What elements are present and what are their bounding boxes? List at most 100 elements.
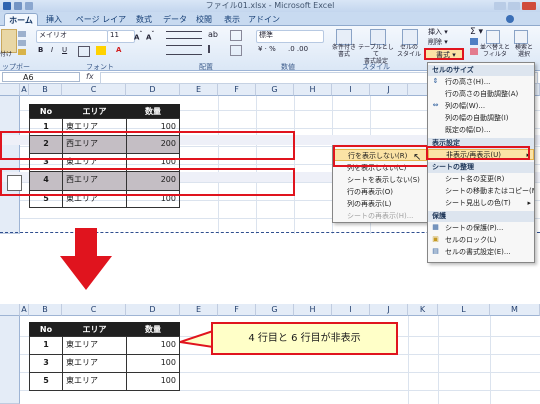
column-header[interactable]: A <box>20 84 29 96</box>
shrink-font-icon[interactable]: Aˇ <box>146 31 154 42</box>
border-icon[interactable] <box>78 46 90 57</box>
format-painter-icon[interactable] <box>18 49 26 55</box>
table-cell-no[interactable]: 1 <box>29 336 63 355</box>
cell-style-icon[interactable] <box>402 29 418 45</box>
fill-icon[interactable] <box>470 38 478 45</box>
grow-font-icon[interactable]: Aˆ <box>134 31 142 42</box>
menu-unhide-rows[interactable]: 行の再表示(O) <box>333 186 429 198</box>
decimal-icon[interactable]: .0 .00 <box>288 45 308 54</box>
column-header[interactable]: D <box>126 304 180 316</box>
underline-icon[interactable]: U <box>62 46 67 55</box>
currency-icon[interactable]: ¥ · % <box>258 45 276 54</box>
menu-lock-cell[interactable]: ▣ セルのロック(L) <box>428 235 534 246</box>
wrap-text-icon[interactable] <box>230 30 242 41</box>
menu-move-copy-sheet[interactable]: シートの移動またはコピー(M)... <box>428 186 534 197</box>
menu-row-height[interactable]: ⇕ 行の高さ(H)... <box>428 77 534 88</box>
font-color-icon[interactable]: A <box>116 46 121 55</box>
table-cell-area[interactable]: 東エリア <box>62 336 127 355</box>
column-header[interactable]: B <box>29 304 62 316</box>
tab-formulas[interactable]: 数式 <box>132 13 156 26</box>
tab-page-layout[interactable]: ページ レイアウト <box>72 13 130 37</box>
column-header[interactable]: F <box>218 84 256 96</box>
table-cell-area[interactable]: 東エリア <box>62 354 127 373</box>
select-all-corner[interactable] <box>0 304 20 316</box>
table-cell-area[interactable]: 東エリア <box>62 372 127 391</box>
menu-hide-sheet[interactable]: シートを表示しない(S) <box>333 174 429 186</box>
autosum-icon[interactable]: Σ ▾ <box>470 28 483 37</box>
fx-icon[interactable]: fx <box>86 72 98 82</box>
sort-filter-label[interactable]: 並べ替えと フィルタ <box>480 44 510 58</box>
menu-row-autofit[interactable]: 行の高さの自動調整(A) <box>428 89 534 100</box>
help-icon[interactable] <box>506 15 514 23</box>
column-header[interactable]: G <box>256 304 294 316</box>
menu-protect-sheet[interactable]: ▦ シートの保護(P)... <box>428 223 534 234</box>
close-icon[interactable] <box>522 2 536 10</box>
table-cell-qty[interactable]: 100 <box>126 336 180 355</box>
merge-icon[interactable] <box>230 45 242 56</box>
tab-home[interactable]: ホーム <box>4 13 38 27</box>
column-header[interactable]: E <box>180 304 218 316</box>
column-header[interactable]: B <box>29 84 62 96</box>
indent-icon[interactable] <box>208 45 222 53</box>
bold-icon[interactable]: B <box>38 46 43 55</box>
column-header[interactable]: H <box>294 84 332 96</box>
menu-default-width[interactable]: 既定の幅(D)... <box>428 125 534 136</box>
find-select-icon[interactable] <box>514 30 528 44</box>
column-header[interactable]: L <box>438 304 490 316</box>
tab-insert[interactable]: 挿入 <box>40 13 68 26</box>
column-header[interactable]: D <box>126 84 180 96</box>
tab-data[interactable]: データ <box>160 13 190 26</box>
select-all-corner[interactable] <box>0 84 20 96</box>
restore-icon[interactable] <box>508 2 520 10</box>
clear-icon[interactable] <box>470 48 478 55</box>
fill-color-icon[interactable] <box>96 46 106 55</box>
column-header[interactable]: H <box>294 304 332 316</box>
cut-icon[interactable] <box>18 31 26 37</box>
column-header[interactable]: J <box>370 84 408 96</box>
conditional-format-icon[interactable] <box>336 29 352 45</box>
table-cell-no[interactable]: 5 <box>29 372 63 391</box>
table-cell-qty[interactable]: 100 <box>126 372 180 391</box>
column-header[interactable]: C <box>62 84 126 96</box>
column-header[interactable]: K <box>408 304 438 316</box>
cell-style-label[interactable]: セルの スタイル <box>396 44 422 58</box>
font-name-select[interactable]: メイリオ <box>36 30 108 43</box>
delete-cells-button[interactable]: 削除 ▾ <box>428 38 448 47</box>
format-cells-button[interactable]: 書式 ▾ <box>424 48 464 60</box>
tab-review[interactable]: 校閲 <box>192 13 216 26</box>
menu-column-width[interactable]: ⇔ 列の幅(W)... <box>428 101 534 112</box>
row-header-strip[interactable] <box>0 316 20 404</box>
column-header[interactable]: J <box>370 304 408 316</box>
vertical-align-icon[interactable] <box>166 31 202 39</box>
sort-filter-icon[interactable] <box>486 30 500 44</box>
row-header-strip[interactable] <box>0 96 20 234</box>
orientation-icon[interactable]: ab <box>208 30 218 39</box>
table-cell-no[interactable]: 3 <box>29 354 63 373</box>
menu-rename-sheet[interactable]: シート名の変更(R) <box>428 174 534 185</box>
name-box[interactable]: A6 <box>2 72 80 82</box>
menu-tab-color[interactable]: シート見出しの色(T) ▸ <box>428 198 534 209</box>
column-header[interactable]: M <box>490 304 540 316</box>
find-select-label[interactable]: 検索と 選択 <box>510 44 538 58</box>
menu-unhide-columns[interactable]: 列の再表示(L) <box>333 198 429 210</box>
minimize-icon[interactable] <box>494 2 506 10</box>
number-format-select[interactable]: 標準 <box>256 30 324 43</box>
format-as-table-icon[interactable] <box>370 29 386 45</box>
menu-unhide-sheet[interactable]: シートの再表示(H)... <box>333 210 429 222</box>
font-size-select[interactable]: 11 <box>107 30 135 43</box>
insert-cells-button[interactable]: 挿入 ▾ <box>428 28 448 37</box>
copy-icon[interactable] <box>18 40 26 46</box>
tab-addins[interactable]: アドイン <box>248 13 280 26</box>
column-header[interactable]: E <box>180 84 218 96</box>
tab-view[interactable]: 表示 <box>220 13 244 26</box>
column-header[interactable]: A <box>20 304 29 316</box>
menu-format-cells[interactable]: ▤ セルの書式設定(E)... <box>428 247 534 258</box>
column-header[interactable]: F <box>218 304 256 316</box>
column-header[interactable]: C <box>62 304 126 316</box>
column-header[interactable]: I <box>332 304 370 316</box>
column-header[interactable]: G <box>256 84 294 96</box>
italic-icon[interactable]: I <box>51 46 53 55</box>
column-header[interactable]: I <box>332 84 370 96</box>
menu-column-autofit[interactable]: 列の幅の自動調整(I) <box>428 113 534 124</box>
horizontal-align-icon[interactable] <box>166 45 202 55</box>
